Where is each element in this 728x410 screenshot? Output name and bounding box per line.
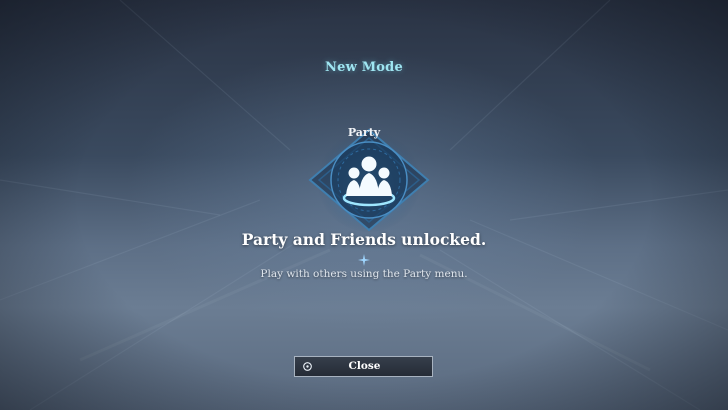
- feature-name: Party: [347, 126, 381, 139]
- unlock-screen: New Mode Party Party and Friends unlocke…: [0, 0, 728, 410]
- close-button[interactable]: Close: [294, 356, 433, 377]
- mode-title: New Mode: [325, 60, 403, 75]
- unlock-description: Play with others using the Party menu.: [260, 268, 468, 280]
- sparkle-divider-icon: [358, 254, 370, 266]
- unlock-headline: Party and Friends unlocked.: [241, 230, 487, 249]
- close-button-label: Close: [348, 360, 381, 372]
- party-emblem-icon: [308, 128, 430, 232]
